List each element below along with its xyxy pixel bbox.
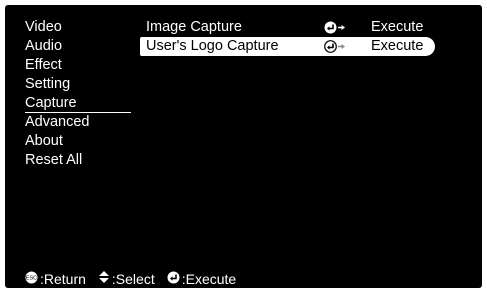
menu-item-effect[interactable]: Effect xyxy=(25,56,131,75)
main-menu: Video Audio Effect Setting Capture Advan… xyxy=(25,18,131,170)
enter-button-icon xyxy=(167,270,182,288)
select-label: :Select xyxy=(111,271,155,287)
select-hint: :Select xyxy=(98,270,155,288)
enter-arrow-icon xyxy=(324,39,346,54)
esc-button-icon: ESC xyxy=(25,270,40,288)
users-logo-capture-execute: Execute xyxy=(371,38,424,54)
execute-label: :Execute xyxy=(181,271,237,287)
menu-item-capture[interactable]: Capture xyxy=(25,94,131,113)
button-guide: ESC :Return :Select :Execute xyxy=(25,270,248,288)
up-down-arrows-icon xyxy=(98,270,112,288)
users-logo-capture-label: User's Logo Capture xyxy=(146,38,279,54)
users-logo-capture-row[interactable]: User's Logo Capture Execute xyxy=(140,37,435,56)
return-hint: ESC :Return xyxy=(25,270,86,288)
capture-submenu: Image Capture Execute User's Logo Captur… xyxy=(140,18,435,56)
svg-text:ESC: ESC xyxy=(26,276,37,282)
menu-item-video[interactable]: Video xyxy=(25,18,131,37)
projector-osd-screen: Video Audio Effect Setting Capture Advan… xyxy=(5,5,482,288)
menu-item-reset-all[interactable]: Reset All xyxy=(25,151,131,170)
menu-item-setting[interactable]: Setting xyxy=(25,75,131,94)
image-capture-row[interactable]: Image Capture Execute xyxy=(140,18,435,37)
image-capture-label: Image Capture xyxy=(146,19,242,35)
menu-item-about[interactable]: About xyxy=(25,132,131,151)
menu-item-advanced[interactable]: Advanced xyxy=(25,113,131,132)
image-capture-execute: Execute xyxy=(371,19,424,35)
return-label: :Return xyxy=(40,271,86,287)
enter-arrow-icon xyxy=(324,20,346,35)
menu-item-audio[interactable]: Audio xyxy=(25,37,131,56)
execute-hint: :Execute xyxy=(167,270,236,288)
